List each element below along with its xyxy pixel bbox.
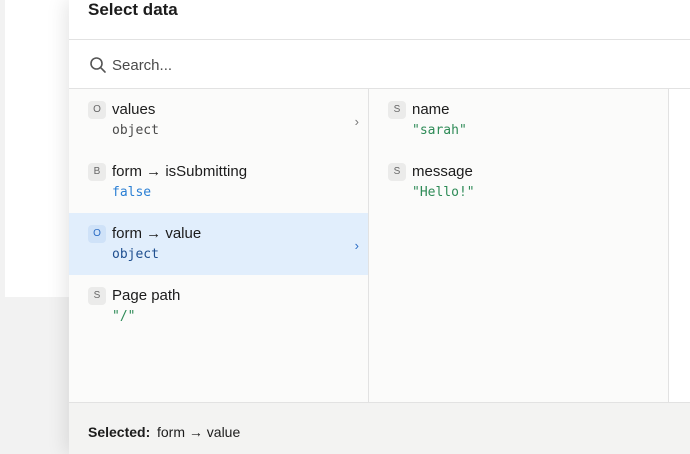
chevron-right-icon: › (354, 114, 359, 129)
type-badge: O (88, 101, 106, 119)
type-badge: S (88, 287, 106, 305)
type-badge: O (88, 225, 106, 243)
item-label: form → value (112, 225, 202, 242)
dialog-title: Select data (88, 0, 178, 19)
type-badge: S (388, 163, 406, 181)
type-badge: S (388, 101, 406, 119)
search-bar (69, 41, 690, 89)
search-input[interactable] (112, 53, 612, 77)
child-field-list: S name "sarah" S message "Hello!" (369, 89, 669, 402)
search-icon (90, 57, 106, 73)
chevron-right-icon: › (354, 238, 359, 253)
type-badge: B (88, 163, 106, 181)
item-label: message (412, 163, 473, 180)
selected-label: Selected: (88, 424, 151, 440)
item-value: object (112, 123, 159, 138)
item-value: object (112, 247, 159, 262)
data-source-list: O values object › B form → isSubmitting … (69, 89, 369, 402)
list-item-values[interactable]: O values object › (69, 89, 368, 151)
list-item-page-path[interactable]: S Page path "/" (69, 275, 368, 337)
selection-footer: Selected: form → value (69, 402, 690, 454)
list-item-form-is-submitting[interactable]: B form → isSubmitting false (69, 151, 368, 213)
item-label: name (412, 101, 450, 118)
list-item-form-value[interactable]: O form → value object › (69, 213, 368, 275)
item-label: values (112, 101, 156, 118)
item-value: false (112, 185, 152, 200)
item-label: form → isSubmitting (112, 163, 248, 180)
list-item-name[interactable]: S name "sarah" (369, 89, 668, 151)
dialog-header: Select data (69, 0, 690, 40)
selected-value: form → value (157, 424, 241, 440)
item-value: "/" (112, 309, 136, 324)
select-data-dialog: Select data O values object › B form → i… (69, 0, 690, 454)
item-value: "Hello!" (412, 185, 475, 200)
item-label: Page path (112, 287, 181, 304)
item-value: "sarah" (412, 123, 467, 138)
list-item-message[interactable]: S message "Hello!" (369, 151, 668, 213)
